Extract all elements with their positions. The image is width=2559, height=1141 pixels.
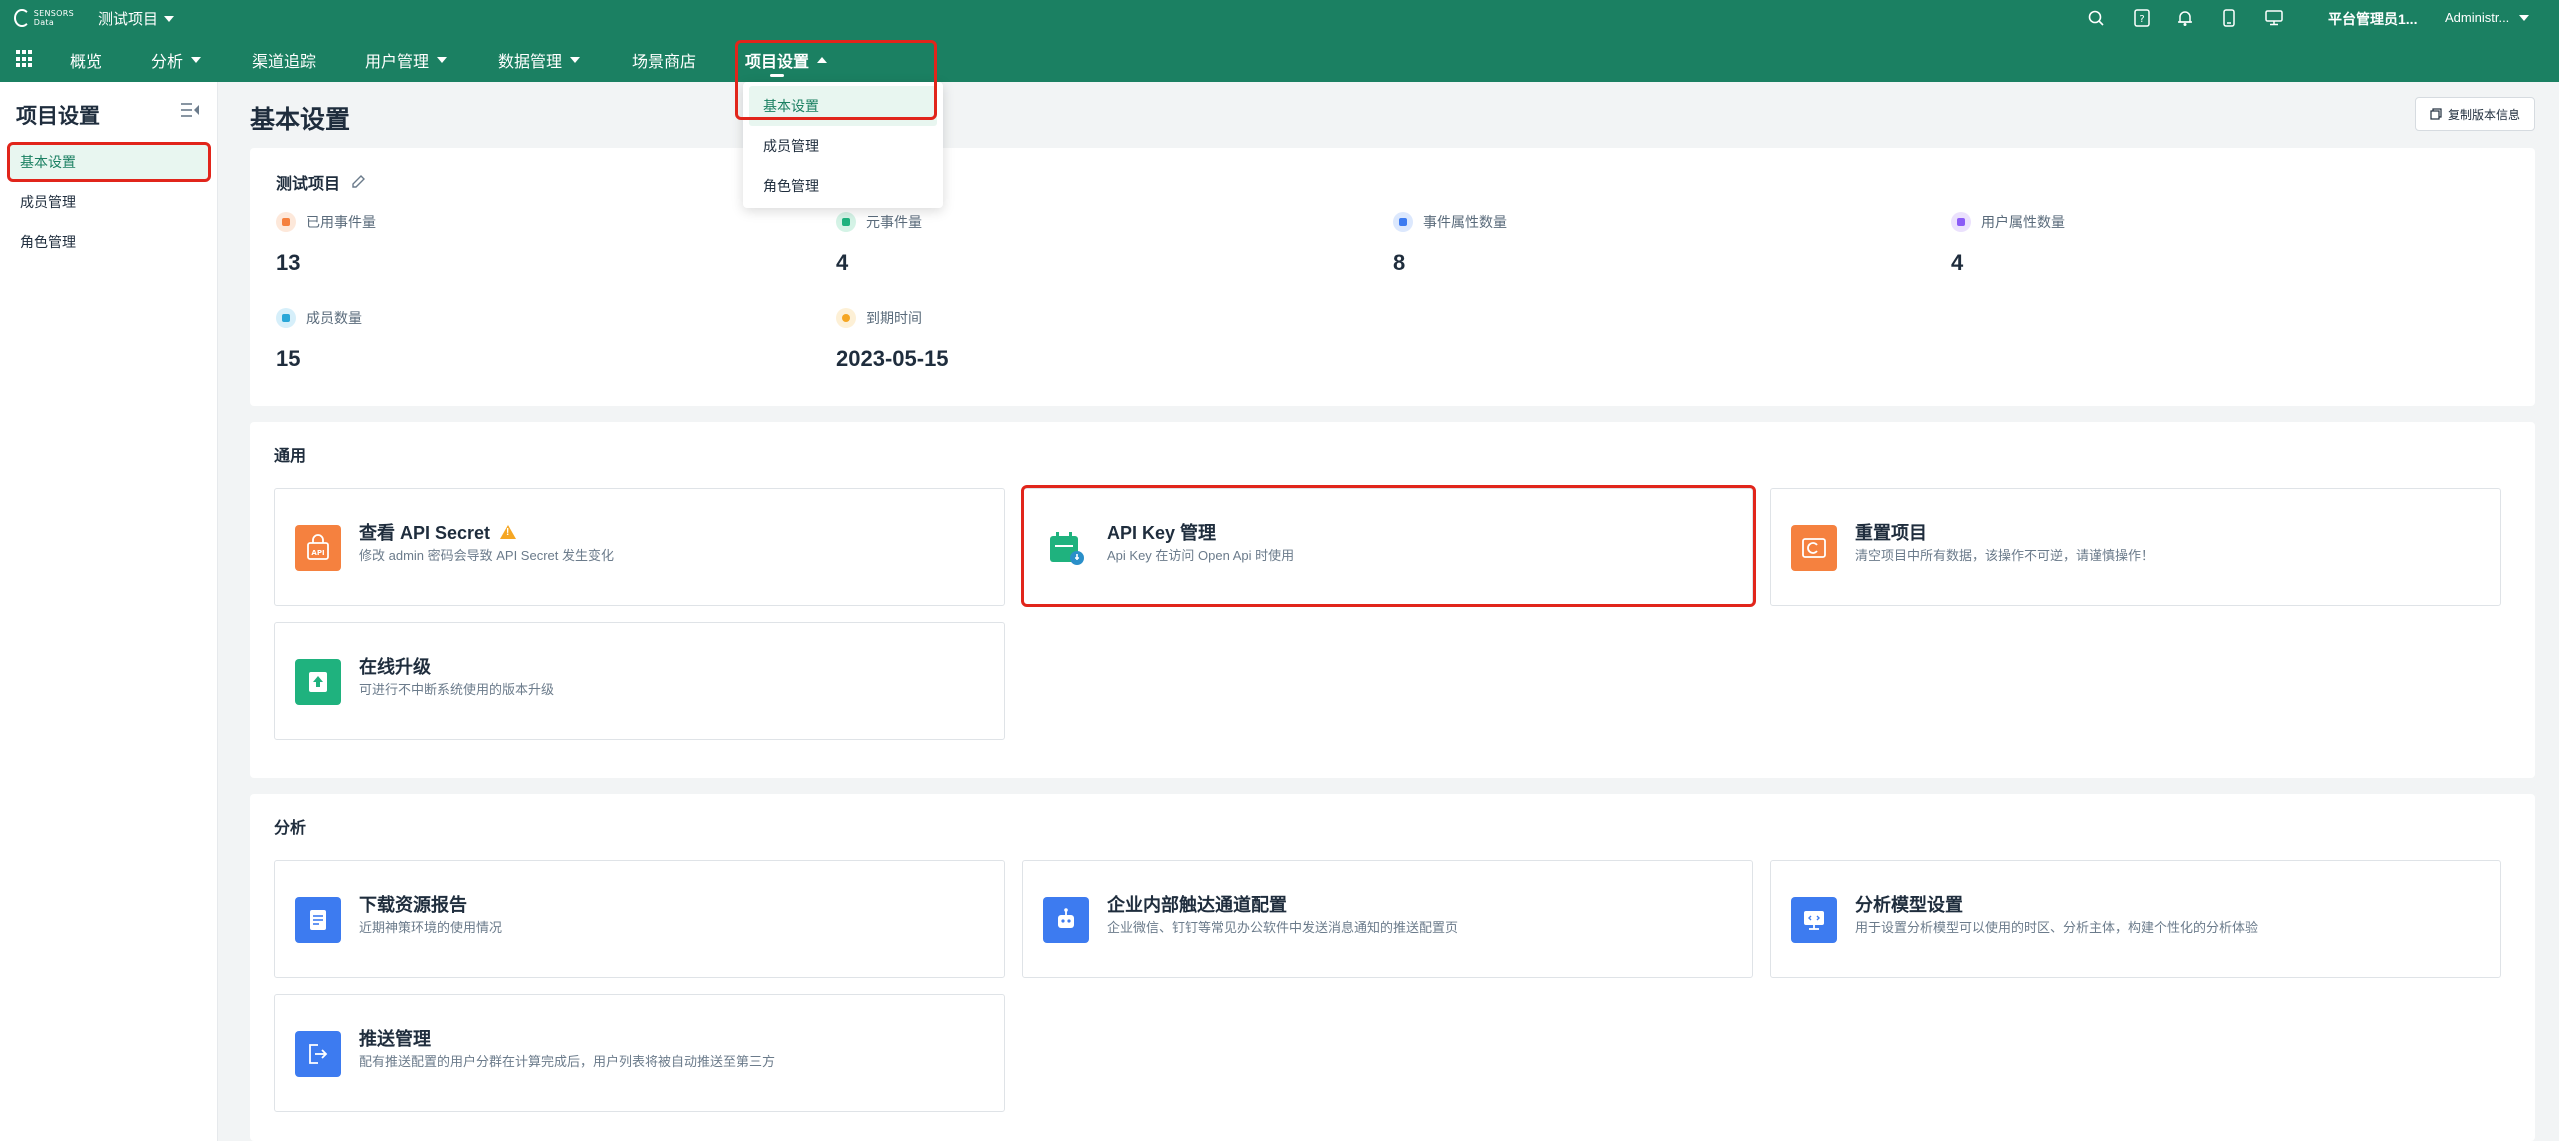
key-calendar-icon xyxy=(1043,525,1089,571)
stat-expiry-date: 到期时间 2023-05-15 xyxy=(836,308,949,371)
main-nav: 概览 分析 渠道追踪 用户管理 数据管理 场景商店 项目设置 xyxy=(0,40,2559,82)
stat-used-events: 已用事件量 13 xyxy=(276,212,376,275)
tile-description: 用于设置分析模型可以使用的时区、分析主体，构建个性化的分析体验 xyxy=(1855,920,2259,935)
monitor-icon[interactable] xyxy=(2264,8,2284,28)
tile-description: 配有推送配置的用户分群在计算完成后，用户列表将被自动推送至第三方 xyxy=(359,1054,776,1069)
mobile-icon[interactable] xyxy=(2219,8,2239,28)
tile-description: 企业微信、钉钉等常见办公软件中发送消息通知的推送配置页 xyxy=(1107,920,1459,935)
push-icon xyxy=(295,1031,341,1077)
user-role-label: Administr... xyxy=(2445,10,2510,25)
sidebar: 项目设置 基本设置 成员管理 角色管理 xyxy=(0,82,218,1141)
api-icon: API xyxy=(295,525,341,571)
user-role-menu[interactable]: Administr... xyxy=(2445,10,2530,25)
chevron-down-icon xyxy=(191,57,202,63)
tile-internal-channel-config[interactable]: 企业内部触达通道配置 企业微信、钉钉等常见办公软件中发送消息通知的推送配置页 xyxy=(1022,860,1753,978)
nav-item-analysis[interactable]: 分析 xyxy=(151,48,202,72)
chevron-up-icon xyxy=(817,57,828,63)
tile-title: API Key 管理 xyxy=(1107,523,1217,543)
reset-icon xyxy=(1791,525,1837,571)
tile-title: 推送管理 xyxy=(359,1029,431,1049)
upload-icon xyxy=(295,659,341,705)
bell-icon[interactable] xyxy=(2175,8,2195,28)
nav-item-overview[interactable]: 概览 xyxy=(70,48,102,72)
svg-text:API: API xyxy=(311,549,324,557)
dropdown-item-basic-settings[interactable]: 基本设置 xyxy=(749,86,937,126)
sidebar-item-role-management[interactable]: 角色管理 xyxy=(8,224,208,260)
user-name[interactable]: 平台管理员1... xyxy=(2328,9,2417,29)
user-properties-icon xyxy=(1951,212,1971,232)
logo-mark-icon xyxy=(14,9,30,27)
tile-description: Api Key 在访问 Open Api 时使用 xyxy=(1107,548,1295,563)
nav-item-user-management[interactable]: 用户管理 xyxy=(365,48,448,72)
search-icon[interactable] xyxy=(2086,8,2106,28)
tile-title: 下载资源报告 xyxy=(359,895,467,915)
clock-icon xyxy=(836,308,856,328)
chevron-down-icon xyxy=(2519,14,2530,21)
tile-title: 重置项目 xyxy=(1855,523,1927,543)
tile-download-resource-report[interactable]: 下载资源报告 近期神策环境的使用情况 xyxy=(274,860,1005,978)
nav-item-channel-tracking[interactable]: 渠道追踪 xyxy=(252,48,316,72)
sidebar-title: 项目设置 xyxy=(16,105,100,128)
top-header: SENSORS Data 测试项目 ? 平台管理员1... Administr.… xyxy=(0,0,2559,82)
nav-item-scene-store[interactable]: 场景商店 xyxy=(632,48,696,72)
stat-members: 成员数量 15 xyxy=(276,308,362,371)
help-icon[interactable]: ? xyxy=(2132,8,2152,28)
robot-icon xyxy=(1043,897,1089,943)
page-title: 基本设置 xyxy=(250,106,351,134)
copy-icon xyxy=(2430,108,2442,120)
section-title-general: 通用 xyxy=(274,448,307,465)
dropdown-item-role-management[interactable]: 角色管理 xyxy=(743,166,943,206)
tile-online-upgrade[interactable]: 在线升级 可进行不中断系统使用的版本升级 xyxy=(274,622,1005,740)
nav-active-indicator xyxy=(770,74,784,77)
analysis-section: 分析 下载资源报告 近期神策环境的使用情况 企业内部触达通道配置 企业微信、钉钉… xyxy=(250,794,2535,1141)
project-switcher-label: 测试项目 xyxy=(98,11,159,28)
tile-description: 可进行不中断系统使用的版本升级 xyxy=(359,682,555,697)
app-grid-icon[interactable] xyxy=(16,50,34,68)
dropdown-item-member-management[interactable]: 成员管理 xyxy=(743,126,943,166)
events-used-icon xyxy=(276,212,296,232)
project-name: 测试项目 xyxy=(276,176,341,193)
sidebar-item-member-management[interactable]: 成员管理 xyxy=(8,184,208,220)
svg-text:?: ? xyxy=(2139,14,2144,25)
tile-title: 企业内部触达通道配置 xyxy=(1107,895,1287,915)
collapse-sidebar-icon[interactable] xyxy=(180,102,200,120)
tile-title: 在线升级 xyxy=(359,657,431,677)
tile-description: 清空项目中所有数据，该操作不可逆，请谨慎操作！ xyxy=(1855,548,2155,563)
project-switcher[interactable]: 测试项目 xyxy=(98,8,175,29)
model-icon xyxy=(1791,897,1837,943)
project-settings-dropdown: 基本设置 成员管理 角色管理 xyxy=(743,82,943,208)
tile-title: 查看 API Secret xyxy=(359,523,491,543)
section-title-analysis: 分析 xyxy=(274,820,307,837)
tile-description: 修改 admin 密码会导致 API Secret 发生变化 xyxy=(359,548,614,563)
chevron-down-icon xyxy=(570,57,581,63)
tile-analysis-model-settings[interactable]: 分析模型设置 用于设置分析模型可以使用的时区、分析主体，构建个性化的分析体验 xyxy=(1770,860,2501,978)
tile-push-management[interactable]: 推送管理 配有推送配置的用户分群在计算完成后，用户列表将被自动推送至第三方 xyxy=(274,994,1005,1112)
warning-icon xyxy=(500,525,517,539)
copy-version-info-button[interactable]: 复制版本信息 xyxy=(2415,97,2535,131)
tile-view-api-secret[interactable]: API 查看 API Secret 修改 admin 密码会导致 API Sec… xyxy=(274,488,1005,606)
meta-events-icon xyxy=(836,212,856,232)
general-section: 通用 API 查看 API Secret 修改 admin 密码会导致 API … xyxy=(250,422,2535,778)
stat-user-properties: 用户属性数量 4 xyxy=(1951,212,2065,275)
stat-event-properties: 事件属性数量 8 xyxy=(1393,212,1507,275)
sensors-logo[interactable]: SENSORS Data xyxy=(14,6,74,30)
tile-title: 分析模型设置 xyxy=(1855,895,1963,915)
stat-meta-events: 元事件量 4 xyxy=(836,212,922,275)
chevron-down-icon xyxy=(164,15,175,22)
chevron-down-icon xyxy=(437,57,448,63)
nav-item-project-settings[interactable]: 项目设置 xyxy=(745,48,828,72)
tile-description: 近期神策环境的使用情况 xyxy=(359,920,503,935)
report-icon xyxy=(295,897,341,943)
tile-reset-project[interactable]: 重置项目 清空项目中所有数据，该操作不可逆，请谨慎操作！ xyxy=(1770,488,2501,606)
event-properties-icon xyxy=(1393,212,1413,232)
project-info-card: 测试项目 已用事件量 13 元事件量 4 事件属性数量 8 用户属性数量 4 成… xyxy=(250,148,2535,406)
sidebar-item-basic-settings[interactable]: 基本设置 xyxy=(8,144,208,180)
edit-icon[interactable] xyxy=(350,174,366,190)
nav-item-data-management[interactable]: 数据管理 xyxy=(498,48,581,72)
copy-version-info-label: 复制版本信息 xyxy=(2447,107,2520,122)
members-icon xyxy=(276,308,296,328)
tile-api-key-management[interactable]: API Key 管理 Api Key 在访问 Open Api 时使用 xyxy=(1022,488,1753,606)
